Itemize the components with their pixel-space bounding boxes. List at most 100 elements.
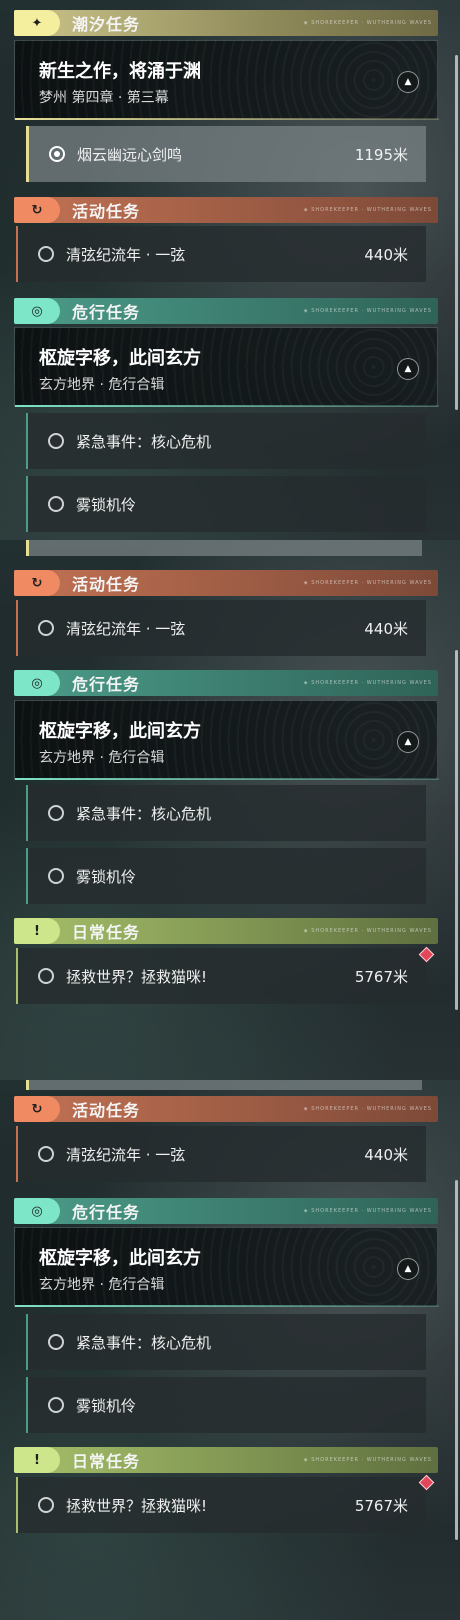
radio-selected-icon[interactable] bbox=[49, 146, 65, 162]
header-decoration: ◈ SHOREKEEPER · WUTHERING WAVES bbox=[303, 928, 432, 934]
scrollbar[interactable] bbox=[455, 1180, 458, 1540]
header-decoration: ◈ SHOREKEEPER · WUTHERING WAVES bbox=[303, 1457, 432, 1463]
section-title: 活动任务 bbox=[72, 202, 141, 221]
section-title: 日常任务 bbox=[72, 923, 141, 942]
radio-icon[interactable] bbox=[38, 620, 54, 636]
radio-icon[interactable] bbox=[48, 805, 64, 821]
daily-quest-header[interactable]: ! 日常任务 ◈ SHOREKEEPER · WUTHERING WAVES bbox=[14, 918, 438, 944]
tide-star-icon: ✦ bbox=[14, 10, 60, 36]
quest-item-label: 拯救世界？拯救猫咪! bbox=[66, 967, 208, 986]
quest-title: 枢旋字移，此间玄方 bbox=[39, 348, 201, 369]
quest-subtitle: 玄方地界 · 危行合辑 bbox=[39, 750, 165, 766]
header-decoration: ◈ SHOREKEEPER · WUTHERING WAVES bbox=[303, 207, 432, 213]
section-title: 活动任务 bbox=[72, 1101, 141, 1120]
refresh-icon: ↻ bbox=[14, 570, 60, 596]
tide-quest-header[interactable]: ✦ 潮汐任务 ◈ SHOREKEEPER · WUTHERING WAVES bbox=[14, 10, 438, 36]
quest-item-label: 清弦纪流年 · 一弦 bbox=[66, 245, 186, 264]
card-underline bbox=[15, 118, 439, 120]
quest-item-label: 紧急事件：核心危机 bbox=[76, 432, 212, 451]
quest-subtitle: 玄方地界 · 危行合辑 bbox=[39, 377, 165, 393]
header-decoration: ◈ SHOREKEEPER · WUTHERING WAVES bbox=[303, 308, 432, 314]
gear-eye-icon: ◎ bbox=[14, 670, 60, 696]
alert-icon: ! bbox=[14, 918, 60, 944]
activity-quest-header[interactable]: ↻ 活动任务 ◈ SHOREKEEPER · WUTHERING WAVES bbox=[14, 570, 438, 596]
risk-quest-card[interactable]: 枢旋字移，此间玄方 玄方地界 · 危行合辑 ▲ bbox=[14, 1227, 439, 1307]
quest-panel-1: ✦ 潮汐任务 ◈ SHOREKEEPER · WUTHERING WAVES 新… bbox=[0, 0, 460, 540]
collapse-up-icon[interactable]: ▲ bbox=[397, 71, 419, 93]
quest-item[interactable]: 清弦纪流年 · 一弦 440米 bbox=[16, 226, 426, 282]
quest-item[interactable]: 拯救世界？拯救猫咪! 5767米 bbox=[16, 1477, 426, 1533]
radio-icon[interactable] bbox=[48, 1334, 64, 1350]
quest-item-selected[interactable]: 烟云幽远心剑鸣 1195米 bbox=[26, 1080, 422, 1090]
quest-item[interactable]: 雾锁机伶 bbox=[26, 476, 426, 532]
header-decoration: ◈ SHOREKEEPER · WUTHERING WAVES bbox=[303, 20, 432, 26]
collapse-up-icon[interactable]: ▲ bbox=[397, 358, 419, 380]
activity-quest-header[interactable]: ↻ 活动任务 ◈ SHOREKEEPER · WUTHERING WAVES bbox=[14, 1096, 438, 1122]
quest-panel-2: 烟云幽远心剑鸣 1195米 ↻ 活动任务 ◈ SHOREKEEPER · WUT… bbox=[0, 540, 460, 1080]
risk-quest-header[interactable]: ◎ 危行任务 ◈ SHOREKEEPER · WUTHERING WAVES bbox=[14, 298, 438, 324]
radio-icon[interactable] bbox=[48, 496, 64, 512]
peek-area: 烟云幽远心剑鸣 1195米 bbox=[26, 1080, 426, 1090]
radio-icon[interactable] bbox=[48, 433, 64, 449]
quest-item-selected[interactable]: 烟云幽远心剑鸣 1195米 bbox=[26, 126, 426, 182]
radio-icon[interactable] bbox=[48, 868, 64, 884]
section-title: 危行任务 bbox=[72, 1203, 141, 1222]
card-underline bbox=[15, 778, 439, 780]
quest-distance: 1195米 bbox=[354, 145, 408, 164]
section-title: 危行任务 bbox=[72, 303, 141, 322]
quest-distance: 440米 bbox=[364, 619, 408, 638]
quest-panel-3: 烟云幽远心剑鸣 1195米 ↻ 活动任务 ◈ SHOREKEEPER · WUT… bbox=[0, 1080, 460, 1620]
header-decoration: ◈ SHOREKEEPER · WUTHERING WAVES bbox=[303, 1106, 432, 1112]
quest-item[interactable]: 紧急事件：核心危机 bbox=[26, 785, 426, 841]
quest-item-label: 清弦纪流年 · 一弦 bbox=[66, 619, 186, 638]
quest-item[interactable]: 雾锁机伶 bbox=[26, 848, 426, 904]
alert-icon: ! bbox=[14, 1447, 60, 1473]
radio-icon[interactable] bbox=[38, 1497, 54, 1513]
quest-item-label: 拯救世界？拯救猫咪! bbox=[66, 1496, 208, 1515]
quest-subtitle: 玄方地界 · 危行合辑 bbox=[39, 1277, 165, 1293]
risk-quest-card[interactable]: 枢旋字移，此间玄方 玄方地界 · 危行合辑 ▲ bbox=[14, 327, 439, 407]
gear-eye-icon: ◎ bbox=[14, 1198, 60, 1224]
quest-distance: 5767米 bbox=[354, 1496, 408, 1515]
quest-item[interactable]: 紧急事件：核心危机 bbox=[26, 413, 426, 469]
risk-quest-header[interactable]: ◎ 危行任务 ◈ SHOREKEEPER · WUTHERING WAVES bbox=[14, 1198, 438, 1224]
quest-subtitle: 梦州 第四章 · 第三幕 bbox=[39, 90, 169, 106]
radio-icon[interactable] bbox=[38, 1146, 54, 1162]
activity-quest-header[interactable]: ↻ 活动任务 ◈ SHOREKEEPER · WUTHERING WAVES bbox=[14, 197, 438, 223]
gear-eye-icon: ◎ bbox=[14, 298, 60, 324]
quest-item[interactable]: 紧急事件：核心危机 bbox=[26, 1314, 426, 1370]
quest-item[interactable]: 清弦纪流年 · 一弦 440米 bbox=[16, 600, 426, 656]
quest-item[interactable]: 雾锁机伶 bbox=[26, 1377, 426, 1433]
quest-item-selected[interactable]: 烟云幽远心剑鸣 1195米 bbox=[26, 540, 422, 556]
quest-distance: 440米 bbox=[364, 1145, 408, 1164]
collapse-up-icon[interactable]: ▲ bbox=[397, 731, 419, 753]
quest-item-label: 雾锁机伶 bbox=[76, 1396, 137, 1415]
section-title: 潮汐任务 bbox=[72, 15, 141, 34]
quest-item[interactable]: 清弦纪流年 · 一弦 440米 bbox=[16, 1126, 426, 1182]
quest-item-label: 清弦纪流年 · 一弦 bbox=[66, 1145, 186, 1164]
risk-quest-card[interactable]: 枢旋字移，此间玄方 玄方地界 · 危行合辑 ▲ bbox=[14, 700, 439, 780]
section-title: 日常任务 bbox=[72, 1452, 141, 1471]
quest-title: 枢旋字移，此间玄方 bbox=[39, 1248, 201, 1269]
collapse-up-icon[interactable]: ▲ bbox=[397, 1258, 419, 1280]
peek-area: 烟云幽远心剑鸣 1195米 bbox=[26, 540, 426, 556]
scrollbar[interactable] bbox=[455, 55, 458, 410]
radio-icon[interactable] bbox=[48, 1397, 64, 1413]
quest-distance: 5767米 bbox=[354, 967, 408, 986]
card-underline bbox=[15, 405, 439, 407]
radio-icon[interactable] bbox=[38, 968, 54, 984]
quest-item-label: 烟云幽远心剑鸣 bbox=[77, 145, 183, 164]
section-title: 危行任务 bbox=[72, 675, 141, 694]
quest-title: 枢旋字移，此间玄方 bbox=[39, 721, 201, 742]
refresh-icon: ↻ bbox=[14, 1096, 60, 1122]
radio-icon[interactable] bbox=[38, 246, 54, 262]
scrollbar[interactable] bbox=[455, 650, 458, 1010]
quest-item-label: 紧急事件：核心危机 bbox=[76, 1333, 212, 1352]
quest-title: 新生之作，将涌于渊 bbox=[39, 61, 201, 82]
quest-item[interactable]: 拯救世界？拯救猫咪! 5767米 bbox=[16, 948, 426, 1004]
tide-quest-card[interactable]: 新生之作，将涌于渊 梦州 第四章 · 第三幕 ▲ bbox=[14, 40, 439, 120]
risk-quest-header[interactable]: ◎ 危行任务 ◈ SHOREKEEPER · WUTHERING WAVES bbox=[14, 670, 438, 696]
header-decoration: ◈ SHOREKEEPER · WUTHERING WAVES bbox=[303, 580, 432, 586]
daily-quest-header[interactable]: ! 日常任务 ◈ SHOREKEEPER · WUTHERING WAVES bbox=[14, 1447, 438, 1473]
quest-item-label: 雾锁机伶 bbox=[76, 495, 137, 514]
